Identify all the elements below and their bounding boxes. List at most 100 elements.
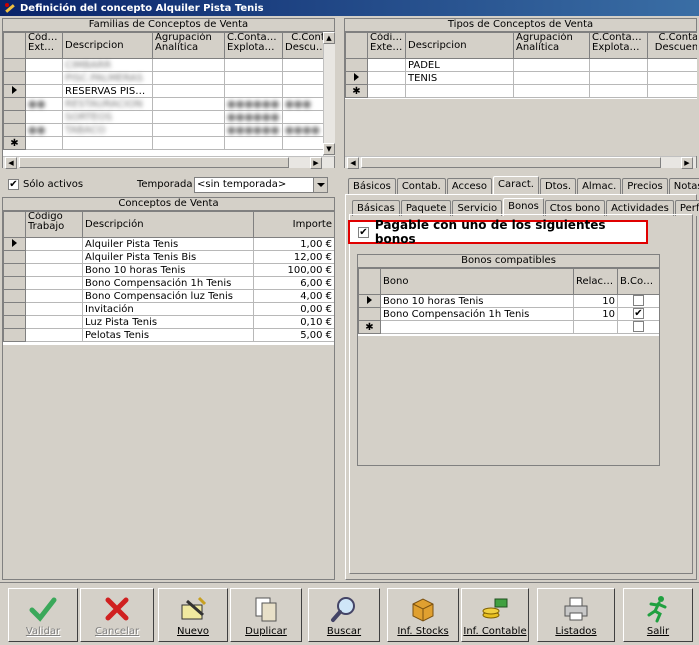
familias-panel: Familias de Conceptos de Venta Código Ex… (2, 18, 335, 169)
col-agrupacion[interactable]: Agrupación Analítica (513, 32, 590, 59)
scroll-right-icon[interactable]: ▶ (310, 157, 322, 169)
buscar-button[interactable]: Buscar (308, 588, 380, 642)
col-importe[interactable]: Importe (253, 211, 334, 238)
tab-acceso[interactable]: Acceso (446, 178, 492, 194)
scroll-right-icon[interactable]: ▶ (681, 157, 693, 169)
checkmark-icon (29, 597, 57, 622)
tab-dtos[interactable]: Dtos. (539, 178, 577, 194)
copy-icon (255, 597, 277, 622)
new-row[interactable]: ✱ (3, 136, 323, 150)
tipos-header-row: Código Externo Descripcion Agrupación An… (345, 32, 697, 59)
tab-contab[interactable]: Contab. (396, 178, 446, 194)
salir-button[interactable]: Salir (623, 588, 693, 642)
table-row[interactable]: Bono Compensación 1h Tenis 10 ✔ (358, 307, 659, 321)
table-row[interactable]: Pelotas Tenis 5,00 € (3, 328, 334, 342)
bcompens-checkbox[interactable] (633, 295, 644, 307)
pagable-bonos-checkbox[interactable]: ✔ Pagable con uno de los siguientes bono… (348, 218, 648, 246)
col-relacion[interactable]: Relación (573, 268, 618, 295)
conceptos-panel: Conceptos de Venta Código Trabajo Descri… (2, 197, 335, 580)
scroll-up-icon[interactable]: ▲ (323, 32, 335, 44)
col-descripcion[interactable]: Descripcion (62, 32, 153, 59)
scroll-left-icon[interactable]: ◀ (347, 157, 359, 169)
bonos-header-row: Bono Relación B.Compens. (358, 268, 659, 295)
chevron-down-icon[interactable] (313, 178, 327, 192)
col-codigo-externo[interactable]: Código Externo (25, 32, 63, 59)
table-row[interactable]: Alquiler Pista Tenis 1,00 € (3, 237, 334, 251)
new-row-icon: ✱ (358, 320, 381, 334)
row-pointer-icon (354, 72, 359, 81)
inf-contable-button[interactable]: Inf. Contable (461, 588, 529, 642)
table-row[interactable]: Alquiler Pista Tenis Bis 12,00 € (3, 250, 334, 264)
col-codigo-trabajo[interactable]: Código Trabajo (25, 211, 83, 238)
temporada-label: Temporada (137, 179, 193, 190)
solo-activos-checkbox[interactable]: ✔ Sólo activos (8, 179, 83, 190)
tab-precios[interactable]: Precios (622, 178, 668, 194)
scroll-left-icon[interactable]: ◀ (5, 157, 17, 169)
row-pointer-icon (12, 238, 17, 247)
table-row[interactable]: CIMBARR (3, 58, 323, 72)
nuevo-button[interactable]: Nuevo (158, 588, 228, 642)
table-row[interactable]: PADEL (345, 58, 697, 72)
table-row[interactable]: ●● TABACO ●●●●●● ●●●● (3, 123, 323, 137)
table-row[interactable]: Invitación 0,00 € (3, 302, 334, 316)
table-row[interactable]: Bono Compensación luz Tenis 4,00 € (3, 289, 334, 303)
new-row[interactable]: ✱ (358, 320, 659, 334)
familias-grid[interactable]: Código Externo Descripcion Agrupación An… (3, 32, 323, 156)
table-row[interactable]: Bono 10 horas Tenis 10 (358, 294, 659, 308)
bcompens-checkbox[interactable]: ✔ (633, 308, 644, 320)
scroll-thumb[interactable] (361, 157, 661, 168)
tipos-caption: Tipos de Conceptos de Venta (345, 19, 696, 32)
tab-almac[interactable]: Almac. (577, 178, 622, 194)
familias-corner (3, 32, 26, 59)
familias-header-row: Código Externo Descripcion Agrupación An… (3, 32, 323, 59)
col-ccontable-explotacion[interactable]: C.Contable Explotación (224, 32, 283, 59)
bottom-toolbar: Validar Cancelar Nuevo Duplicar Buscar I… (0, 582, 699, 645)
conceptos-grid[interactable]: Código Trabajo Descripción Importe Alqui… (3, 211, 334, 345)
bcompens-checkbox[interactable] (633, 321, 644, 333)
scroll-down-icon[interactable]: ▼ (323, 143, 335, 155)
new-row-icon: ✱ (345, 84, 368, 98)
cancelar-button[interactable]: Cancelar (80, 588, 154, 642)
col-codigo-externo[interactable]: Código Externo (367, 32, 406, 59)
bonos-grid[interactable]: Bono Relación B.Compens. Bono 10 horas T… (358, 268, 659, 336)
table-row[interactable]: RESERVAS PISTAS (3, 84, 323, 98)
new-row-icon: ✱ (3, 136, 26, 150)
table-row[interactable]: TENIS (345, 71, 697, 85)
familias-vscroll[interactable]: ▲ ▼ (323, 32, 335, 156)
col-ccontable-descuento[interactable]: C.Cont Descuento (282, 32, 323, 59)
table-row[interactable]: ●● RESTAURACION ●●●●●● ●●● (3, 97, 323, 111)
col-descripcion[interactable]: Descripcion (405, 32, 514, 59)
tab-notas[interactable]: Notas (668, 178, 699, 194)
table-row[interactable]: SORTEOS ●●●●●● (3, 110, 323, 124)
table-row[interactable]: Bono Compensación 1h Tenis 6,00 € (3, 276, 334, 290)
table-row[interactable]: PISC.PALMERAS (3, 71, 323, 85)
box-icon (412, 598, 434, 622)
col-descripcion[interactable]: Descripción (82, 211, 254, 238)
new-row[interactable]: ✱ (345, 84, 697, 98)
tipos-empty-area (345, 99, 697, 156)
check-icon[interactable]: ✔ (8, 179, 19, 190)
table-row[interactable]: Luz Pista Tenis 0,10 € (3, 315, 334, 329)
main-tabs: Básicos Contab. Acceso Caract. Dtos. Alm… (348, 176, 699, 194)
familias-hscroll[interactable]: ◀ ▶ (3, 156, 334, 169)
bonos-empty-area (358, 336, 659, 465)
temporada-select[interactable]: <sin temporada> (194, 177, 328, 193)
col-ccontable-descuento[interactable]: C.Contab Descuento (647, 32, 697, 59)
validar-button[interactable]: Validar (8, 588, 78, 642)
table-row[interactable]: Bono 10 horas Tenis 100,00 € (3, 263, 334, 277)
listados-button[interactable]: Listados (537, 588, 615, 642)
tipos-panel: Tipos de Conceptos de Venta Código Exter… (344, 18, 697, 169)
inf-stocks-button[interactable]: Inf. Stocks (387, 588, 459, 642)
check-icon[interactable]: ✔ (358, 226, 369, 238)
col-bcompens[interactable]: B.Compens. (617, 268, 659, 295)
scroll-thumb[interactable] (19, 157, 289, 168)
duplicar-button[interactable]: Duplicar (230, 588, 302, 642)
tab-basicos[interactable]: Básicos (348, 178, 396, 194)
col-agrupacion[interactable]: Agrupación Analítica (152, 32, 225, 59)
coins-icon (482, 598, 508, 619)
col-bono[interactable]: Bono (380, 268, 574, 295)
tipos-hscroll[interactable]: ◀ ▶ (345, 156, 696, 169)
col-ccontable-explotacion[interactable]: C.Contable Explotación (589, 32, 648, 59)
tab-caract[interactable]: Caract. (492, 176, 539, 194)
new-document-icon (181, 596, 207, 620)
